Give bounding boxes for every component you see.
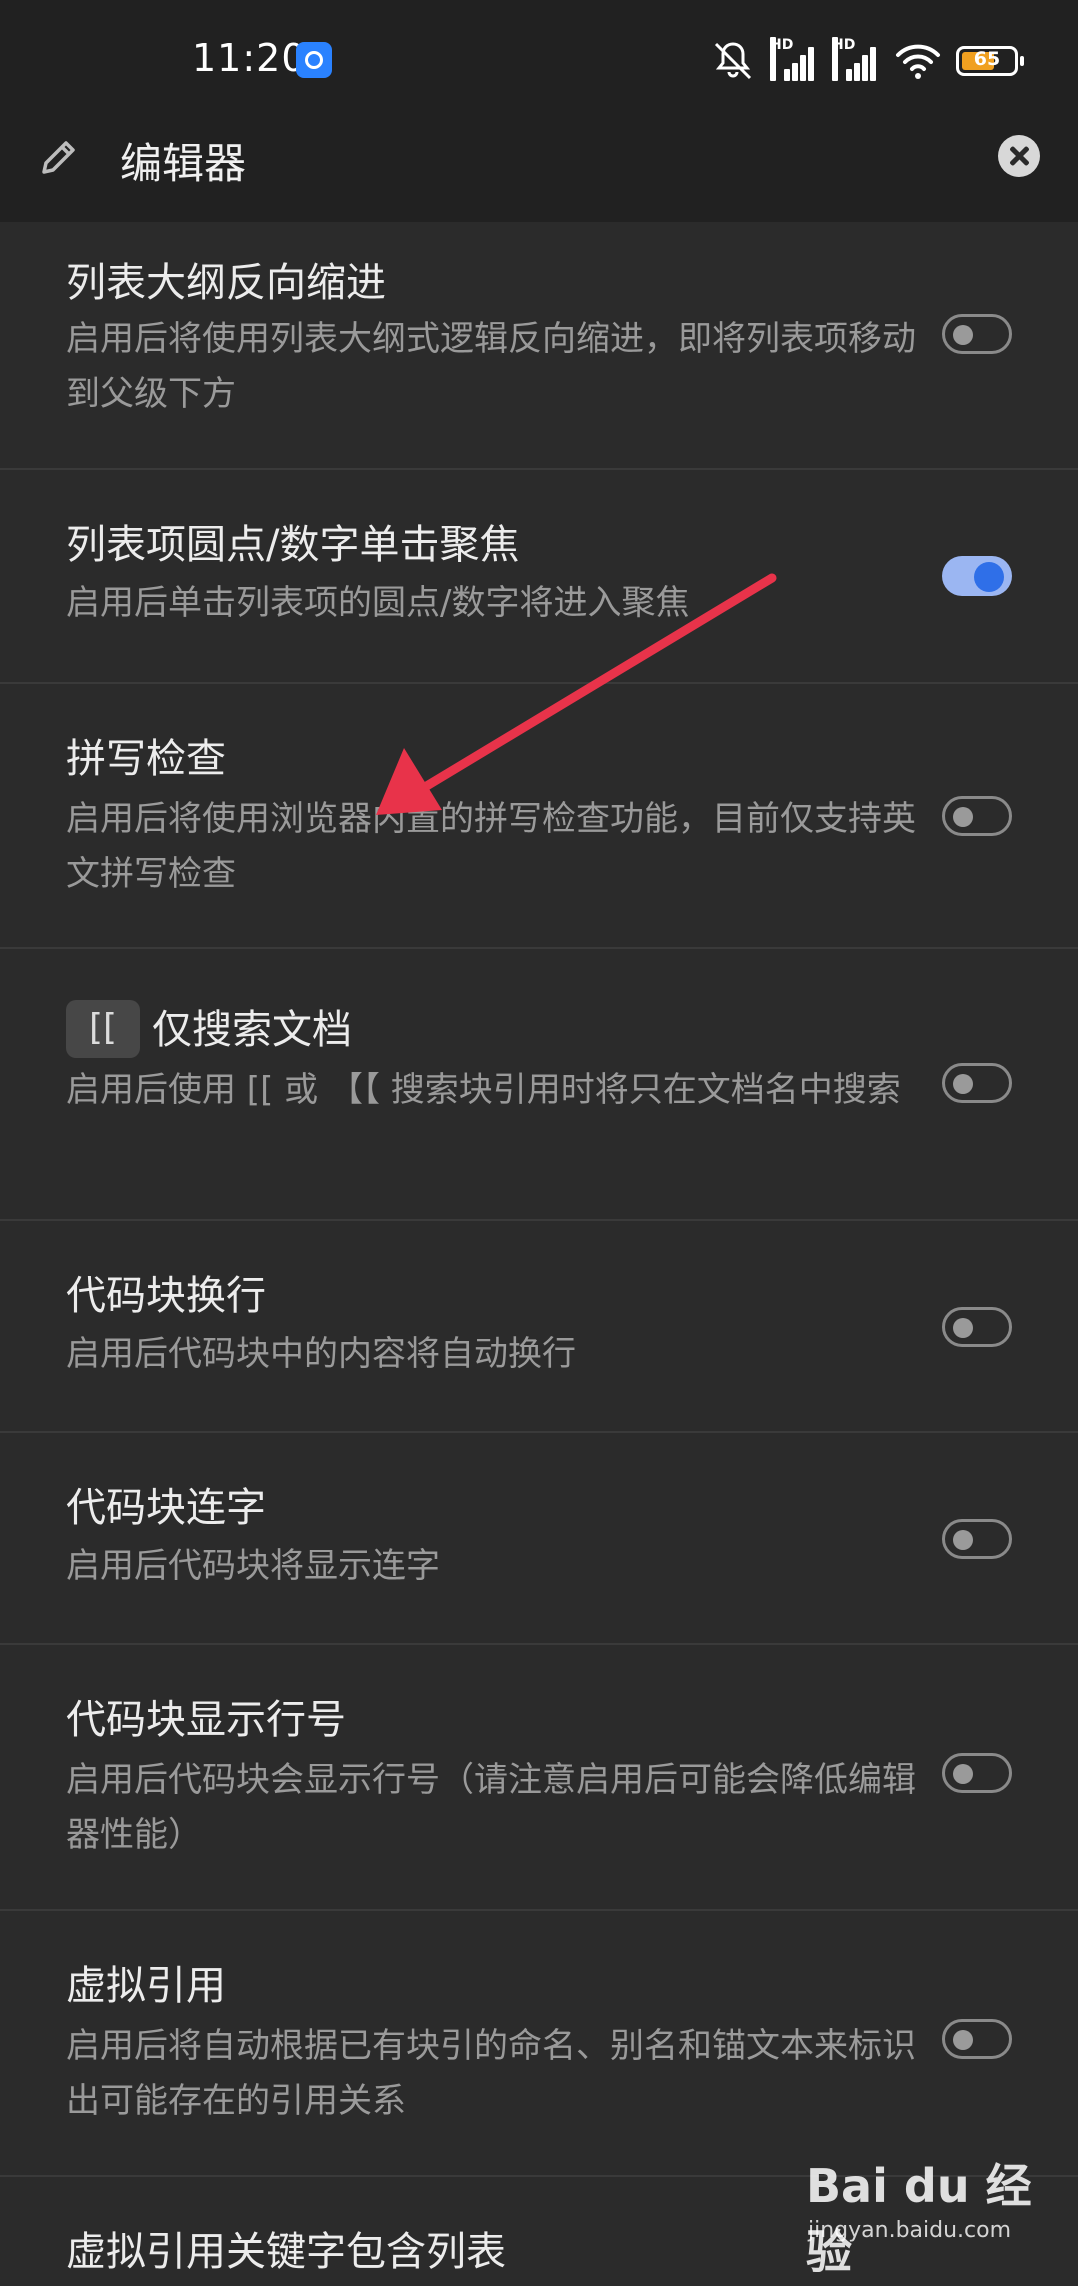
setting-title: 代码块连字: [66, 1485, 266, 1531]
setting-description: 启用后代码块中的内容将自动换行: [66, 1334, 576, 1374]
setting-description: 启用后将使用列表大纲式逻辑反向缩进，即将列表项移动到父级下方: [66, 319, 916, 414]
watermark-main: Bai du 经验: [806, 2159, 1032, 2279]
setting-description: 启用后代码块会显示行号（请注意启用后可能会降低编辑器性能）: [66, 1760, 916, 1855]
setting-title: 代码块换行: [66, 1273, 266, 1319]
setting-description: 启用后使用 [[ 或 【【 搜索块引用时将只在文档名中搜索: [66, 1070, 901, 1110]
toggle-switch[interactable]: [942, 314, 1012, 354]
setting-list-bullet-click-focus[interactable]: 列表项圆点/数字单击聚焦 启用后单击列表项的圆点/数字将进入聚焦: [0, 470, 1078, 684]
setting-title: 列表项圆点/数字单击聚焦: [66, 522, 520, 568]
toggle-switch[interactable]: [942, 1063, 1012, 1103]
setting-code-wrap[interactable]: 代码块换行 启用后代码块中的内容将自动换行: [0, 1221, 1078, 1433]
toggle-switch[interactable]: [942, 1753, 1012, 1793]
setting-title: [[仅搜索文档: [66, 997, 352, 1058]
status-icons: HD HD 65: [710, 36, 1024, 86]
app-notification-icon: [296, 42, 332, 78]
baidu-jingyan-watermark: Bai du 经验 jingyan.baidu.com: [798, 2146, 1038, 2279]
cell-signal-1-icon: HD: [770, 37, 818, 81]
setting-list-outline-reverse-indent[interactable]: 列表大纲反向缩进 启用后将使用列表大纲式逻辑反向缩进，即将列表项移动到父级下方: [0, 222, 1078, 470]
setting-search-docs-only[interactable]: [[仅搜索文档 启用后使用 [[ 或 【【 搜索块引用时将只在文档名中搜索: [0, 949, 1078, 1221]
cell-signal-2-icon: HD: [832, 37, 880, 81]
setting-virtual-ref[interactable]: 虚拟引用 启用后将自动根据已有块引的命名、别名和锚文本来标识出可能存在的引用关系: [0, 1911, 1078, 2177]
status-time: 11:20: [192, 36, 307, 80]
close-button[interactable]: [998, 135, 1040, 177]
setting-title: 虚拟引用: [66, 1963, 226, 2009]
settings-list: 列表大纲反向缩进 启用后将使用列表大纲式逻辑反向缩进，即将列表项移动到父级下方 …: [0, 222, 1078, 2277]
toggle-switch[interactable]: [942, 556, 1012, 596]
watermark-url: jingyan.baidu.com: [808, 2218, 1012, 2243]
toggle-switch[interactable]: [942, 1307, 1012, 1347]
battery-icon: 65: [956, 46, 1024, 76]
setting-description: 启用后单击列表项的圆点/数字将进入聚焦: [66, 583, 690, 623]
toggle-switch[interactable]: [942, 796, 1012, 836]
setting-title: 代码块显示行号: [66, 1697, 346, 1743]
setting-description: 启用后代码块将显示连字: [66, 1546, 440, 1586]
setting-code-ligatures[interactable]: 代码块连字 启用后代码块将显示连字: [0, 1433, 1078, 1645]
toggle-switch[interactable]: [942, 2019, 1012, 2059]
mute-bell-icon: [714, 42, 752, 80]
bracket-badge: [[: [66, 1000, 140, 1058]
page-title: 编辑器: [120, 139, 247, 188]
setting-title: 虚拟引用关键字包含列表: [66, 2229, 506, 2275]
wifi-icon: [896, 44, 940, 79]
pencil-icon: [42, 141, 75, 174]
setting-title: 拼写检查: [66, 736, 226, 782]
setting-description: 启用后将自动根据已有块引的命名、别名和锚文本来标识出可能存在的引用关系: [66, 2026, 916, 2121]
setting-title: 列表大纲反向缩进: [66, 260, 386, 306]
toggle-switch[interactable]: [942, 1519, 1012, 1559]
battery-level: 65: [973, 48, 1001, 70]
setting-spellcheck[interactable]: 拼写检查 启用后将使用浏览器内置的拼写检查功能，目前仅支持英文拼写检查: [0, 684, 1078, 949]
setting-description: 启用后将使用浏览器内置的拼写检查功能，目前仅支持英文拼写检查: [66, 799, 916, 894]
setting-code-line-numbers[interactable]: 代码块显示行号 启用后代码块会显示行号（请注意启用后可能会降低编辑器性能）: [0, 1645, 1078, 1911]
